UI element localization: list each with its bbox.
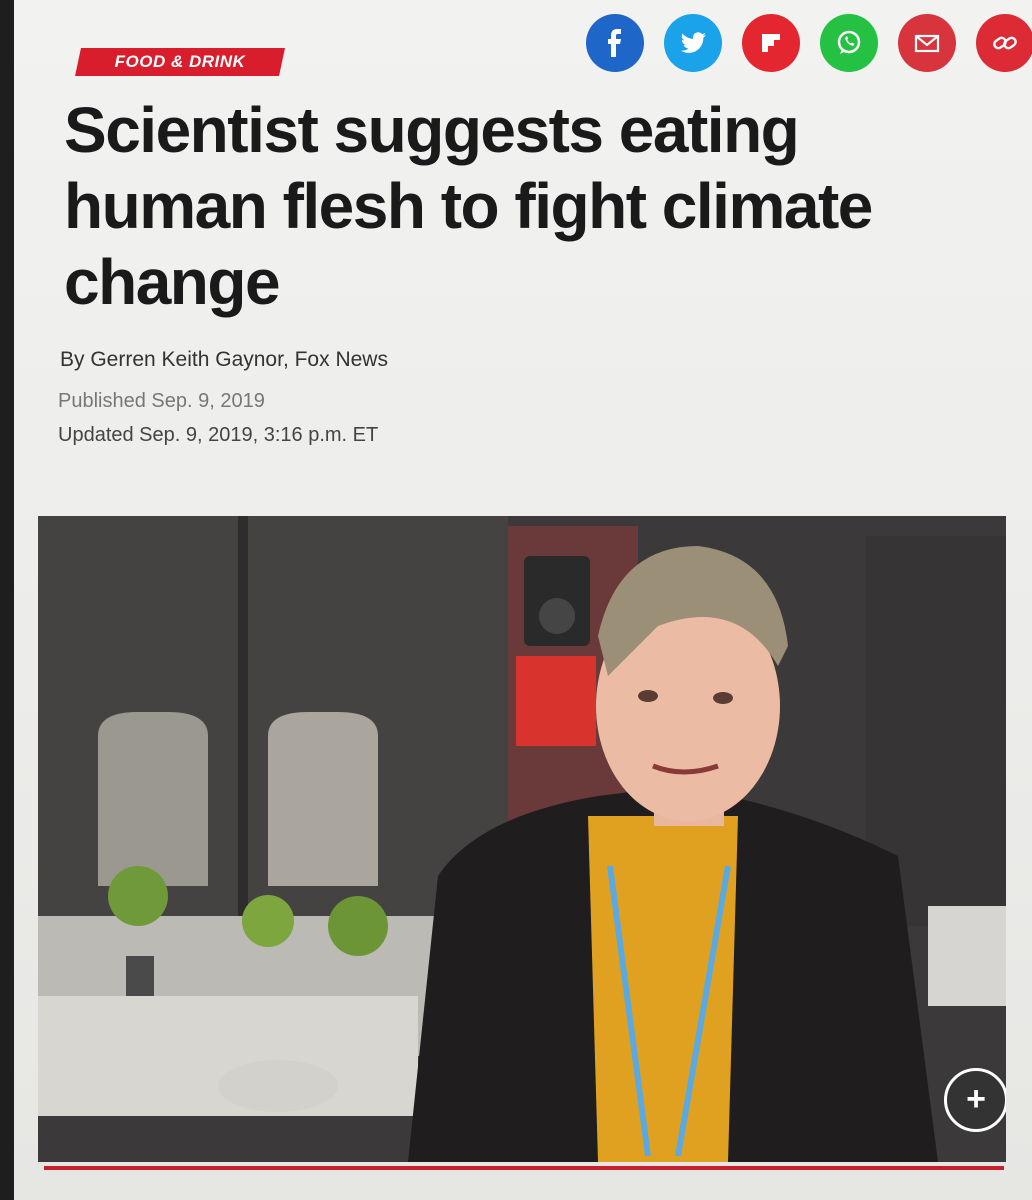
- whatsapp-icon: [837, 30, 861, 54]
- video-player[interactable]: +: [38, 516, 1006, 1162]
- link-icon: [993, 36, 1017, 50]
- category-label: FOOD & DRINK: [114, 52, 246, 71]
- video-still: [38, 516, 1006, 1162]
- plus-icon: +: [966, 1079, 986, 1118]
- category-tag[interactable]: FOOD & DRINK: [75, 48, 285, 76]
- article-headline: Scientist suggests eating human flesh to…: [64, 94, 873, 318]
- twitter-icon: [681, 32, 706, 53]
- whatsapp-share-button[interactable]: [820, 14, 878, 72]
- flipboard-icon: [762, 34, 780, 52]
- email-icon: [914, 34, 940, 53]
- updated-date: Updated Sep. 9, 2019, 3:16 p.m. ET: [58, 424, 379, 446]
- facebook-share-button[interactable]: [586, 14, 644, 72]
- email-share-button[interactable]: [898, 14, 956, 72]
- monitor-bezel: [0, 0, 14, 1200]
- twitter-share-button[interactable]: [664, 14, 722, 72]
- copy-link-button[interactable]: [976, 14, 1032, 72]
- expand-media-button[interactable]: +: [944, 1068, 1006, 1132]
- media-divider: [44, 1166, 1004, 1170]
- byline[interactable]: By Gerren Keith Gaynor, Fox News: [60, 348, 388, 372]
- flipboard-share-button[interactable]: [742, 14, 800, 72]
- article-page: FOOD & DRINK Scientist suggests eating h…: [14, 0, 1032, 1200]
- facebook-icon: [608, 29, 621, 57]
- published-date: Published Sep. 9, 2019: [58, 390, 265, 412]
